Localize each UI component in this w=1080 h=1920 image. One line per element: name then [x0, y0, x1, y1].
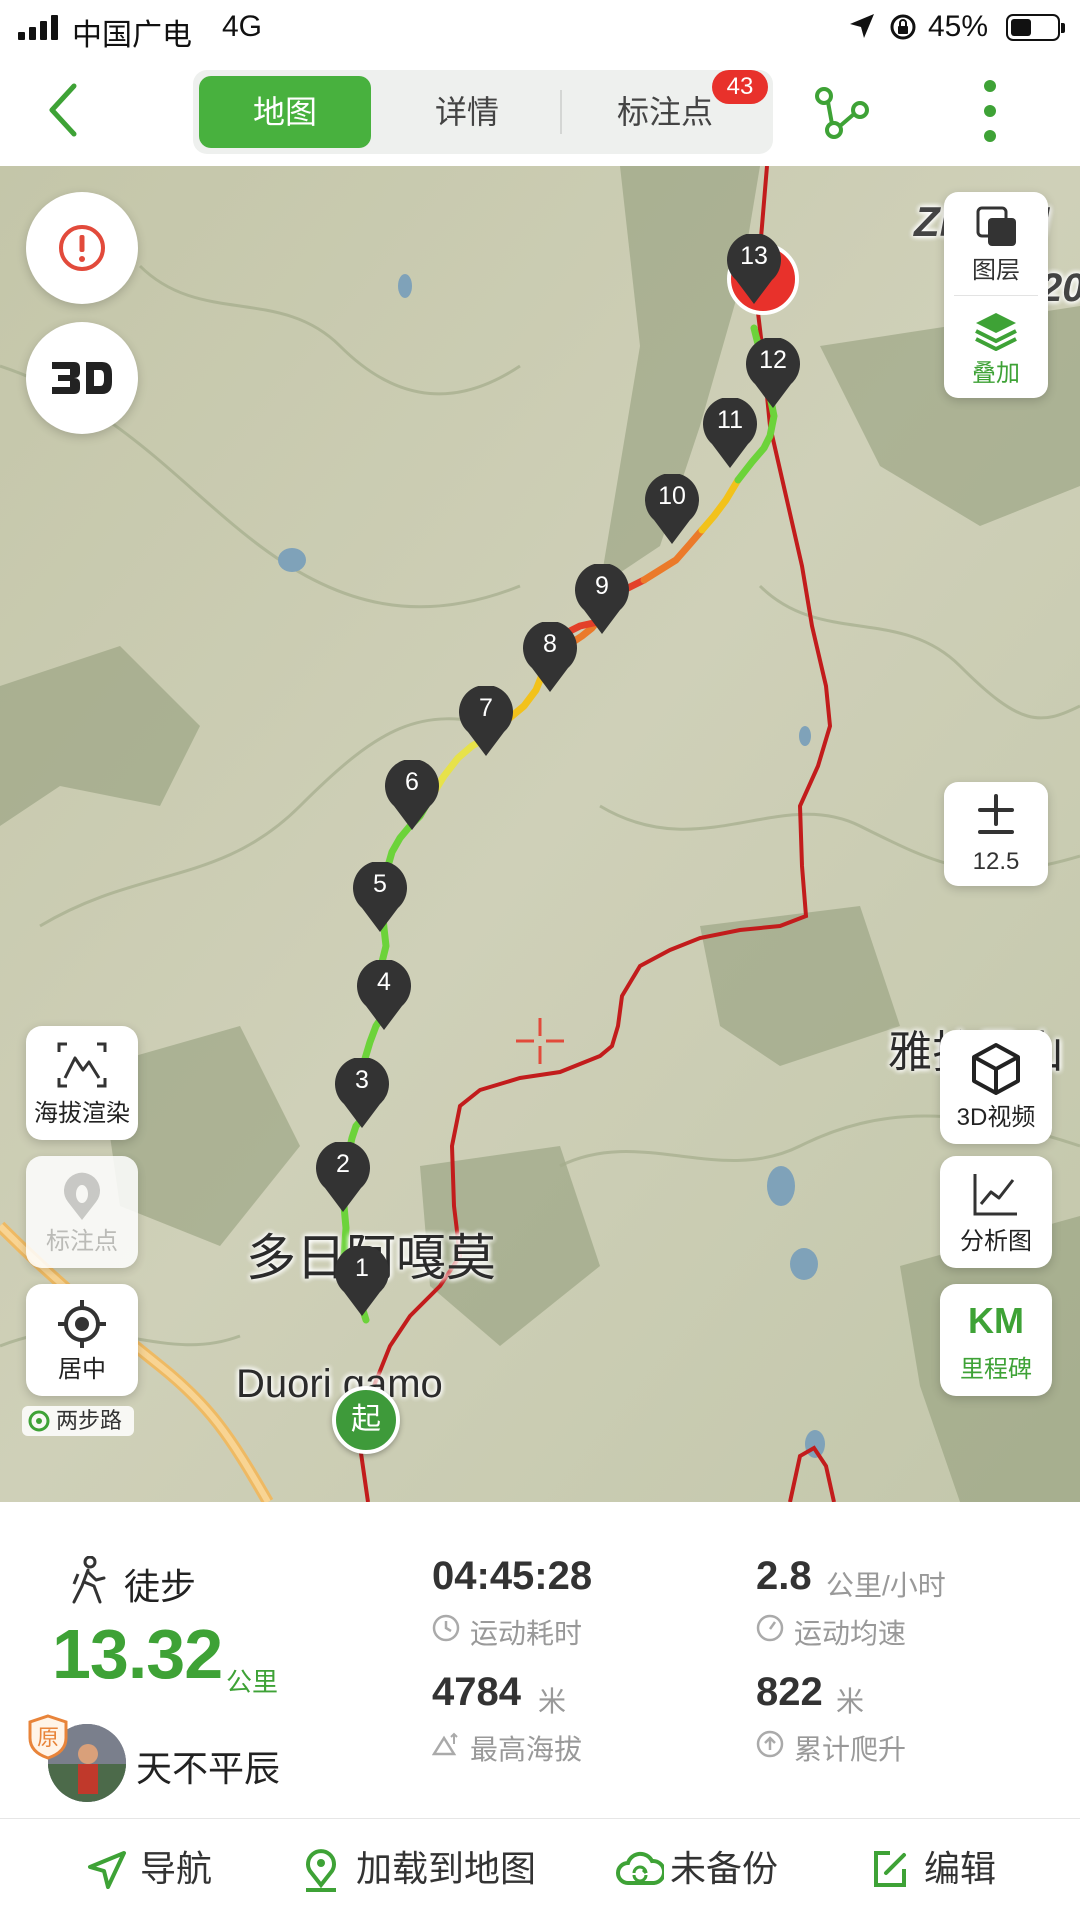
- start-marker[interactable]: 起: [332, 1386, 400, 1454]
- warning-icon: [59, 225, 105, 271]
- cube-icon: [972, 1043, 1020, 1095]
- brand-logo-icon: [28, 1410, 50, 1432]
- signal-icon: [18, 14, 58, 40]
- max-altitude-label: 最高海拔: [432, 1728, 582, 1768]
- location-arrow-icon: [850, 14, 874, 38]
- duration-value: 04:45:28: [432, 1554, 593, 1598]
- speed-value: 2.8: [756, 1554, 812, 1598]
- hiking-icon: [72, 1556, 106, 1604]
- brand-watermark: 两步路: [22, 1406, 134, 1436]
- original-badge-icon: 原: [28, 1714, 68, 1760]
- clock-icon: [432, 1614, 460, 1642]
- ascent-unit: 米: [836, 1686, 865, 1717]
- more-menu-icon[interactable]: [975, 78, 1005, 144]
- tab-details[interactable]: 详情: [377, 76, 557, 148]
- milestone-button[interactable]: KM 里程碑: [940, 1284, 1052, 1396]
- waypoint-marker[interactable]: 6: [384, 758, 440, 832]
- tab-divider: [560, 90, 562, 134]
- terrain-map: [0, 166, 1080, 1502]
- alert-button[interactable]: [26, 192, 138, 304]
- center-button[interactable]: 居中: [26, 1284, 138, 1396]
- route-share-icon[interactable]: [812, 84, 872, 140]
- status-bar: 中国广电 4G 45%: [0, 0, 1080, 56]
- analysis-chart-button[interactable]: 分析图: [940, 1156, 1052, 1268]
- map-pin-icon: [306, 1849, 336, 1892]
- layer-panel: 图层 叠加: [944, 192, 1048, 398]
- waypoint-marker[interactable]: 10: [644, 472, 700, 546]
- carrier-name: 中国广电: [72, 19, 192, 52]
- max-altitude-value: 4784: [432, 1670, 521, 1714]
- 3d-icon: [52, 362, 112, 394]
- speedometer-icon: [756, 1614, 784, 1642]
- waypoint-marker[interactable]: 12: [745, 336, 801, 410]
- battery-percent: 45%: [928, 10, 989, 43]
- waypoint-marker[interactable]: 2: [315, 1140, 371, 1214]
- waypoint-marker[interactable]: 4: [356, 958, 412, 1032]
- app-root: 中国广电 4G 45% 地图 详情 标注点 43 Duori gamo 2 1 …: [0, 0, 1080, 1920]
- speed-label: 运动均速: [756, 1612, 906, 1652]
- svg-text:原: 原: [37, 1726, 59, 1751]
- duration-label: 运动耗时: [432, 1612, 582, 1652]
- map-view[interactable]: 多日阿嘎莫 Duori gamo 雅拉雪山 ZHAILI 20 1 2 3 4 …: [0, 166, 1080, 1502]
- sport-type: 徒步: [124, 1566, 197, 1607]
- elevation-render-button[interactable]: 海拔渲染: [26, 1026, 138, 1140]
- rotation-lock-icon: [890, 14, 916, 40]
- waypoint-marker[interactable]: 1: [334, 1244, 390, 1318]
- overlay-button[interactable]: 叠加: [944, 295, 1048, 398]
- cloud-sync-icon: [616, 1851, 664, 1885]
- waypoint-marker[interactable]: 8: [522, 620, 578, 694]
- zoom-level: 12.5: [972, 848, 1020, 875]
- waypoint-marker[interactable]: 7: [458, 684, 514, 758]
- layers-button[interactable]: 图层: [944, 192, 1048, 295]
- waypoint-marker[interactable]: 13: [726, 232, 782, 306]
- overlay-icon: [975, 313, 1017, 351]
- zoom-plus-icon: [978, 794, 1014, 834]
- distance-value: 13.32: [52, 1615, 223, 1693]
- battery-icon: [1006, 14, 1065, 41]
- zoom-control[interactable]: 12.5: [944, 782, 1048, 886]
- 3d-toggle-button[interactable]: [26, 322, 138, 434]
- waypoint-marker[interactable]: 9: [574, 562, 630, 636]
- distance-unit: 公里: [226, 1667, 279, 1697]
- edit-icon: [874, 1851, 906, 1887]
- ascent-value: 822: [756, 1670, 823, 1714]
- ascent-icon: [756, 1730, 784, 1758]
- network-type: 4G: [222, 10, 263, 43]
- max-altitude-unit: 米: [538, 1686, 567, 1717]
- footprint-icon: [64, 1172, 100, 1220]
- tab-map[interactable]: 地图: [199, 76, 371, 148]
- waypoint-count-badge: 43: [712, 70, 768, 104]
- waypoints-toggle-button[interactable]: 标注点: [26, 1156, 138, 1268]
- top-nav: 地图 详情 标注点 43: [0, 56, 1080, 166]
- speed-unit: 公里/小时: [826, 1570, 946, 1601]
- layers-icon: [976, 206, 1016, 246]
- chart-icon: [973, 1174, 1017, 1216]
- waypoint-marker[interactable]: 5: [352, 860, 408, 934]
- navigation-arrow-icon: [88, 1851, 126, 1889]
- milestone-icon: KM: [968, 1300, 1024, 1341]
- bottom-action-bar: 导航 加载到地图 未备份 编辑: [0, 1818, 1080, 1920]
- track-summary: 徒步 13.32 公里 04:45:28 运动耗时 2.8 公里/小时 运动均速…: [0, 1502, 1080, 1818]
- back-arrow-icon[interactable]: [40, 80, 96, 140]
- view-tabs: 地图 详情 标注点: [193, 70, 773, 154]
- ascent-label: 累计爬升: [756, 1728, 906, 1768]
- locate-icon: [58, 1300, 106, 1348]
- username[interactable]: 天不平辰: [136, 1740, 280, 1792]
- elevation-icon: [57, 1042, 107, 1088]
- altitude-icon: [432, 1732, 458, 1756]
- 3d-video-button[interactable]: 3D视频: [940, 1030, 1052, 1144]
- waypoint-marker[interactable]: 3: [334, 1056, 390, 1130]
